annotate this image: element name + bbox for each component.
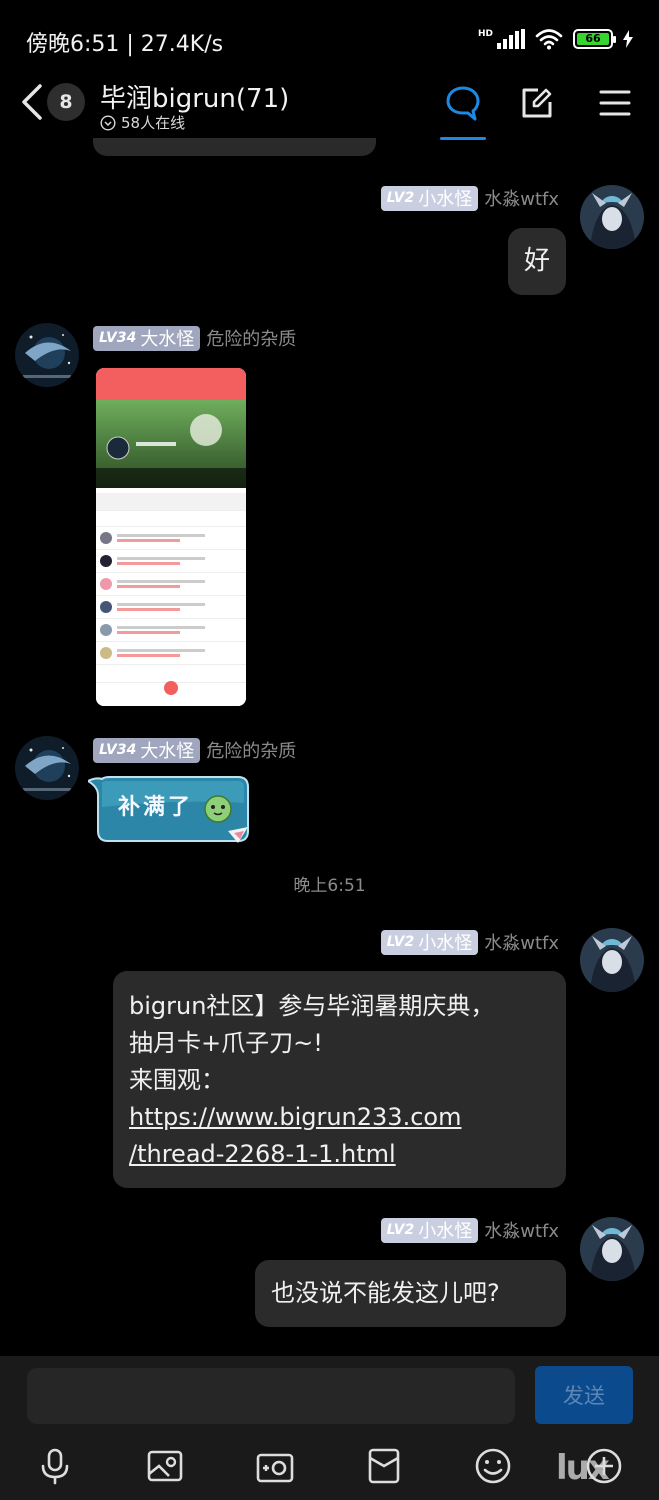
avatar[interactable] [580,928,644,992]
level-badge: LV34 大水怪 [93,737,201,763]
chat-bubble-icon[interactable] [442,82,484,124]
group-title[interactable]: 毕润bigrun(71) [100,78,289,115]
message-meta: LV2 小水怪 水淼wtfx [380,185,559,211]
hd-label: HD [477,29,493,39]
charging-icon [623,30,633,48]
screenshot-navbar [96,681,246,706]
battery-level: 66 [577,33,609,45]
chat-header: 8 毕润bigrun(71) 58人在线 [0,70,659,140]
message-line: 抽月卡+爪子刀~! [129,1029,323,1057]
online-status[interactable]: 58人在线 [100,112,185,133]
status-icons: HD 66 [478,28,633,50]
back-arrow-icon[interactable] [20,82,44,122]
watermark-logo: lux [556,1448,610,1488]
microphone-icon[interactable] [35,1446,75,1486]
message-bubble[interactable]: 也没说不能发这儿吧? [255,1260,566,1327]
edit-icon[interactable] [516,82,558,124]
message-bubble[interactable]: bigrun社区】参与毕润暑期庆典， 抽月卡+爪子刀~! 来围观： https:… [113,971,566,1188]
sender-name[interactable]: 水淼wtfx [484,929,559,955]
sender-name[interactable]: 危险的杂质 [206,737,296,763]
battery-icon: 66 [573,29,616,49]
level-badge: LV2 小水怪 [380,185,479,211]
active-tab-indicator [440,137,486,140]
sticker-text: 补满了 [118,795,194,820]
avatar[interactable] [15,736,79,800]
input-bar: 发送 lux [0,1356,659,1500]
wifi-icon [535,29,563,50]
level-badge: LV2 小水怪 [380,1217,479,1243]
message-link[interactable]: https://www.bigrun233.com [129,1103,461,1131]
camera-icon[interactable] [255,1446,295,1486]
message-link[interactable]: /thread-2268-1-1.html [129,1140,396,1168]
message-line: bigrun社区】参与毕润暑期庆典， [129,992,495,1020]
previous-message-bubble [93,138,376,156]
screenshot-stats [96,468,246,488]
avatar[interactable] [580,185,644,249]
sticker-bubble[interactable]: 补满了 [85,773,254,847]
message-line: 来围观： [129,1066,225,1094]
menu-icon[interactable] [594,82,636,124]
message-timestamp: 晚上6:51 [293,876,366,896]
avatar[interactable] [15,323,79,387]
screenshot-titlebar [96,368,246,400]
level-badge: LV34 大水怪 [93,325,201,351]
message-meta: LV2 小水怪 水淼wtfx [380,929,559,955]
status-time: 傍晚6:51 | 27.4K/s [26,32,224,57]
screenshot-rows [96,493,246,665]
online-count: 58人在线 [121,114,186,132]
sender-name[interactable]: 危险的杂质 [206,325,296,351]
sender-name[interactable]: 水淼wtfx [484,1217,559,1243]
sender-name[interactable]: 水淼wtfx [484,185,559,211]
send-button[interactable]: 发送 [535,1366,633,1424]
status-bar: 傍晚6:51 | 27.4K/s HD 66 [0,0,659,70]
signal-icon [497,29,525,49]
message-bubble[interactable]: 好 [508,228,566,295]
level-badge: LV2 小水怪 [380,929,479,955]
image-icon[interactable] [145,1446,185,1486]
message-meta: LV2 小水怪 水淼wtfx [380,1217,559,1243]
chevron-down-circle-icon [100,114,116,131]
message-meta: LV34 大水怪 危险的杂质 [93,325,296,351]
red-packet-icon[interactable] [364,1446,404,1486]
unread-count-badge[interactable]: 8 [47,83,85,121]
message-input[interactable] [27,1368,515,1424]
message-meta: LV34 大水怪 危险的杂质 [93,737,296,763]
emoji-icon[interactable] [473,1446,513,1486]
image-message[interactable] [96,368,246,706]
avatar[interactable] [580,1217,644,1281]
